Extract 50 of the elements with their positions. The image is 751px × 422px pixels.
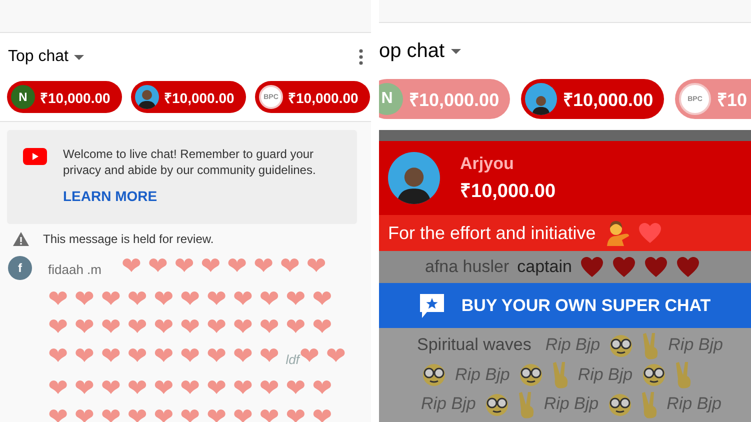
super-chat-amount: ₹10,000.00 bbox=[460, 180, 556, 202]
welcome-message: Welcome to live chat! Remember to guard your privacy and abide by our community guidelines. bbox=[63, 146, 317, 178]
victory-hand-icon bbox=[518, 390, 536, 419]
message-text: Rip Bjp bbox=[666, 393, 722, 416]
author-name: Spiritual waves bbox=[417, 335, 532, 354]
held-notice: This message is held for review. bbox=[43, 232, 214, 246]
warning-icon bbox=[13, 232, 29, 246]
chat-mode-dropdown[interactable]: op chat bbox=[379, 40, 461, 62]
author-name: Arjyou bbox=[460, 154, 515, 174]
chat-mode-dropdown[interactable]: Top chat bbox=[8, 48, 84, 66]
message-text: Rip Bjp bbox=[578, 364, 633, 386]
super-chat-chip[interactable]: ₹10,000.00 bbox=[521, 79, 664, 119]
avatar-photo bbox=[525, 83, 557, 115]
avatar: N bbox=[379, 83, 403, 115]
heart-icon bbox=[644, 256, 668, 278]
message-text: For the effort and initiative bbox=[388, 222, 596, 244]
dropdown-caret-icon bbox=[450, 48, 461, 54]
super-chat-chip[interactable]: ₹10,000.00 bbox=[131, 81, 246, 113]
dropdown-caret-icon bbox=[74, 54, 84, 60]
message-text: captain bbox=[517, 257, 572, 277]
nerd-face-icon bbox=[484, 392, 510, 417]
super-chat-chip[interactable]: N ₹10,000.00 bbox=[7, 81, 122, 113]
heart-icon bbox=[612, 256, 636, 278]
avatar-photo bbox=[388, 152, 440, 204]
play-logo-icon bbox=[23, 148, 47, 165]
heart-icon bbox=[580, 256, 604, 278]
more-options-icon[interactable] bbox=[359, 49, 363, 65]
nerd-face-icon bbox=[606, 392, 633, 417]
victory-hand-icon bbox=[642, 332, 660, 360]
message-text: Rip Bjp bbox=[544, 393, 599, 416]
nerd-face-icon bbox=[608, 334, 634, 358]
message-text: Rip Bjp bbox=[668, 334, 723, 356]
learn-more-link[interactable]: LEARN MORE bbox=[63, 188, 158, 204]
message-text: Rip Bjp bbox=[545, 334, 600, 356]
victory-hand-icon bbox=[640, 390, 659, 419]
message-text: Rip Bjp bbox=[421, 393, 476, 416]
nerd-face-icon bbox=[640, 363, 667, 388]
buy-super-chat-button[interactable]: BUY YOUR OWN SUPER CHAT bbox=[379, 283, 751, 328]
victory-hand-icon bbox=[552, 361, 570, 390]
author-name: afna husler bbox=[425, 257, 510, 277]
nerd-face-icon bbox=[421, 363, 447, 388]
heart-icon bbox=[676, 256, 700, 278]
chat-star-icon bbox=[419, 292, 446, 318]
avatar: f bbox=[8, 256, 32, 280]
victory-hand-icon bbox=[674, 361, 693, 390]
avatar: N bbox=[11, 85, 35, 109]
heart-icon bbox=[638, 222, 662, 244]
nerd-face-icon bbox=[518, 363, 544, 388]
avatar-photo bbox=[135, 85, 159, 109]
message-text: Rip Bjp bbox=[455, 364, 510, 386]
